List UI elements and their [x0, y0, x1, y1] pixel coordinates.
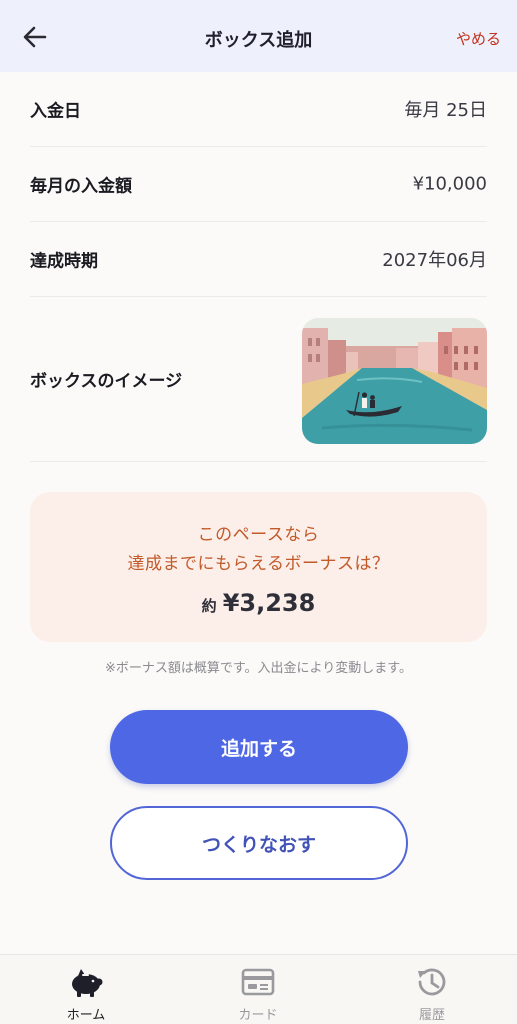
monthly-amount-row[interactable]: 毎月の入金額 ¥10,000 — [30, 147, 487, 222]
bonus-amount-row: 約 ¥3,238 — [30, 589, 487, 617]
nav-label-history: 履歴 — [418, 1008, 445, 1023]
box-image-label: ボックスのイメージ — [30, 371, 183, 392]
nav-label-home: ホーム — [66, 1008, 106, 1023]
recreate-button[interactable]: つくりなおす — [110, 806, 408, 880]
nav-item-history[interactable]: 履歴 — [372, 955, 492, 1024]
monthly-amount-label: 毎月の入金額 — [30, 176, 132, 197]
target-date-row[interactable]: 達成時期 2027年06月 — [30, 222, 487, 297]
cancel-button[interactable]: やめる — [456, 28, 501, 49]
box-image-thumbnail[interactable] — [302, 318, 487, 444]
add-button[interactable]: 追加する — [110, 710, 408, 784]
monthly-amount-value[interactable]: ¥10,000 — [413, 174, 487, 195]
nav-item-card[interactable]: カード — [198, 955, 318, 1024]
venice-canal-illustration — [302, 318, 487, 444]
target-date-value[interactable]: 2027年06月 — [382, 246, 487, 272]
nav-label-card: カード — [238, 1008, 278, 1023]
bonus-line-2: 達成までにもらえるボーナスは？ — [127, 554, 390, 574]
bonus-prefix: 約 — [201, 597, 217, 615]
disclaimer-note: ※ボーナス額は概算です。入出金により変動します。 — [104, 661, 413, 676]
target-date-label: 達成時期 — [30, 251, 98, 272]
deposit-day-value[interactable]: 毎月 25日 — [404, 96, 487, 122]
piggy-bank-icon — [72, 969, 103, 997]
page-title: ボックス追加 — [204, 30, 313, 51]
bonus-line-1: このペースなら — [197, 525, 320, 545]
card-icon — [241, 968, 275, 996]
bottom-nav: ホーム カード 履歴 — [0, 954, 517, 1024]
back-button[interactable] — [18, 22, 52, 52]
deposit-day-label: 入金日 — [30, 101, 81, 122]
bonus-card: このペースなら 達成までにもらえるボーナスは？ 約 ¥3,238 — [30, 492, 487, 642]
box-image-row[interactable]: ボックスのイメージ — [30, 297, 487, 462]
bonus-amount: ¥3,238 — [222, 589, 316, 617]
arrow-left-icon — [23, 26, 47, 48]
deposit-day-row[interactable]: 入金日 毎月 25日 — [30, 72, 487, 147]
nav-item-home[interactable]: ホーム — [26, 955, 146, 1024]
header-bar: ボックス追加 やめる — [0, 0, 517, 72]
history-icon — [418, 968, 446, 996]
